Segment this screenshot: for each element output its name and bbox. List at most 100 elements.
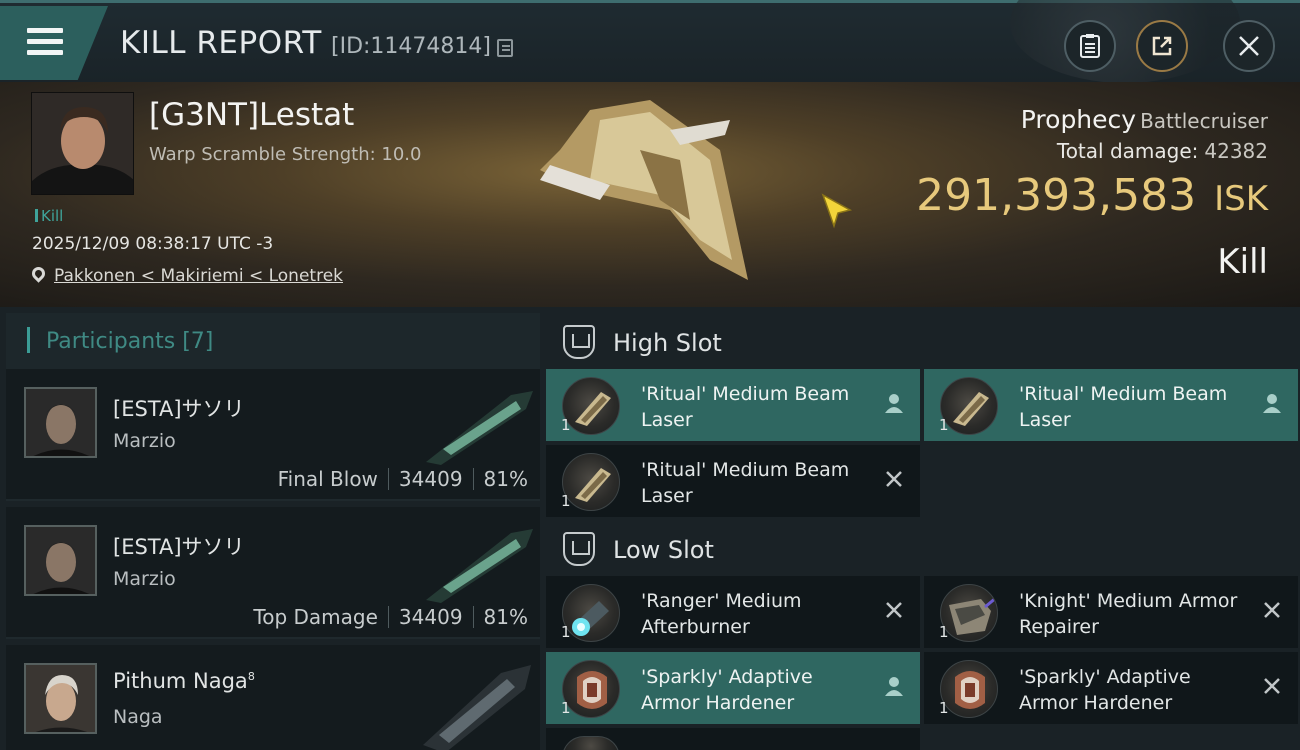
module-quantity: 1 [939,416,949,434]
participant-damage: 34409 [398,467,463,491]
participant-ship: Naga [113,706,163,728]
module-item[interactable]: 1 'Ritual' Medium Beam Laser [546,369,920,441]
section-marker [27,327,30,353]
module-quantity: 1 [561,699,571,717]
result-label: Kill [1217,242,1268,282]
participant-stats: Top Damage 34409 81% [253,605,528,629]
kill-datetime: 2025/12/09 08:38:17 UTC -3 [32,234,274,254]
beam-laser-icon [562,377,620,435]
low-slot-title: Low Slot [613,536,714,564]
isk-unit: ISK [1214,179,1268,219]
location-pin-icon [29,264,48,283]
afterburner-icon [562,584,620,642]
divider [472,468,474,490]
close-icon [1239,36,1259,56]
participants-title: Participants [7] [46,329,214,354]
kill-location-link[interactable]: Pakkonen < Makiriemi < Lonetrek [54,266,343,286]
participant-name: [ESTA]サソリ [113,397,245,421]
isk-value-row: 291,393,583 ISK [916,170,1268,221]
participant-percent: 81% [483,605,528,629]
participant-name-superscript: 8 [247,670,255,683]
top-bar: KILL REPORT [ID:11474814] [0,0,1300,83]
armor-hardener-icon [940,660,998,718]
participants-panel: Participants [7] [ESTA]サソリ Marzio Final … [0,307,540,750]
module-name: 'Ritual' Medium Beam Laser [1019,383,1228,431]
module-item[interactable]: 1 'Sparkly' Adaptive Armor Hardener [924,652,1298,724]
participant-avatar [24,525,97,596]
share-icon [1152,36,1172,56]
module-item[interactable]: 1 'Ritual' Medium Beam Laser [546,445,920,517]
total-damage-value: 42382 [1204,139,1268,163]
high-slot-icon [563,325,595,359]
person-icon [1263,394,1281,413]
participant-role: Final Blow [277,467,378,491]
x-icon [1264,678,1280,694]
participant-ship: Marzio [113,430,176,452]
ship-name[interactable]: Prophecy [1021,105,1136,134]
participant-damage: 34409 [398,605,463,629]
participant-ship-image [423,665,531,750]
participant-avatar [24,663,97,734]
pilot-portrait-image [32,93,133,194]
person-icon [885,677,903,696]
module-item[interactable]: 1 'Knight' Medium Armor Repairer [924,576,1298,648]
high-slot-title: High Slot [613,329,722,357]
victim-pilot-name[interactable]: [G3NT]Lestat [149,97,354,133]
low-slot-header: Low Slot [540,519,1300,577]
module-name: 'Ranger' Medium Afterburner [641,590,802,638]
low-slot-icon [563,532,595,566]
module-quantity: 1 [939,699,949,717]
report-id: [ID:11474814] [331,34,491,59]
close-button[interactable] [1223,20,1275,72]
participant-name-text: Pithum Naga [113,669,248,693]
module-item[interactable]: 1 'Ranger' Medium Afterburner [546,576,920,648]
module-quantity: 1 [561,623,571,641]
participant-name: [ESTA]サソリ [113,535,245,559]
total-damage-label: Total damage: [1056,139,1199,163]
divider [387,468,389,490]
participant-card[interactable]: Pithum Naga8 Naga [6,645,540,750]
clipboard-button[interactable] [1064,20,1116,72]
module-quantity: 1 [561,416,571,434]
module-name: 'Sparkly' Adaptive Armor Hardener [641,666,813,714]
victim-ship-image [540,100,748,280]
x-icon [886,471,902,487]
module-name: 'Knight' Medium Armor Repairer [1019,590,1238,638]
module-quantity: 1 [561,492,571,510]
participant-card[interactable]: [ESTA]サソリ Marzio Top Damage 34409 81% [6,507,540,639]
participant-avatar [24,387,97,458]
module-item-partial[interactable] [546,728,920,750]
x-icon [886,602,902,618]
participant-role: Top Damage [253,605,378,629]
beam-laser-icon [940,377,998,435]
module-name: 'Ritual' Medium Beam Laser [641,383,850,431]
victim-portrait[interactable] [31,92,134,195]
divider [387,606,389,628]
divider [472,606,474,628]
module-name: 'Sparkly' Adaptive Armor Hardener [1019,666,1191,714]
participant-card[interactable]: [ESTA]サソリ Marzio Final Blow 34409 81% [6,369,540,501]
module-name: 'Ritual' Medium Beam Laser [641,459,850,507]
module-quantity: 1 [939,623,949,641]
clipboard-icon [1080,34,1100,58]
hamburger-menu-icon [27,28,63,61]
copy-icon[interactable] [497,39,513,57]
beam-laser-icon [562,453,620,511]
share-button[interactable] [1136,20,1188,72]
ship-class: Battlecruiser [1140,109,1268,133]
kill-tag: Kill [35,207,63,225]
armor-hardener-icon [562,660,620,718]
participant-percent: 81% [483,467,528,491]
header-background-planet [1010,0,1240,83]
armor-repairer-icon [940,584,998,642]
participant-ship-image [426,529,533,603]
victim-ship-title: Prophecy Battlecruiser [1021,105,1268,134]
participant-stats: Final Blow 34409 81% [278,467,528,491]
victim-banner: [G3NT]Lestat Warp Scramble Strength: 10.… [0,82,1300,307]
module-item[interactable]: 1 'Ritual' Medium Beam Laser [924,369,1298,441]
module-item[interactable]: 1 'Sparkly' Adaptive Armor Hardener [546,652,920,724]
warp-scramble-strength: Warp Scramble Strength: 10.0 [149,144,422,165]
fitting-panel: High Slot 1 'Ritual' Medium Beam Laser 1… [540,307,1300,750]
menu-button[interactable] [0,6,108,80]
participant-name: Pithum Naga8 [113,669,255,693]
